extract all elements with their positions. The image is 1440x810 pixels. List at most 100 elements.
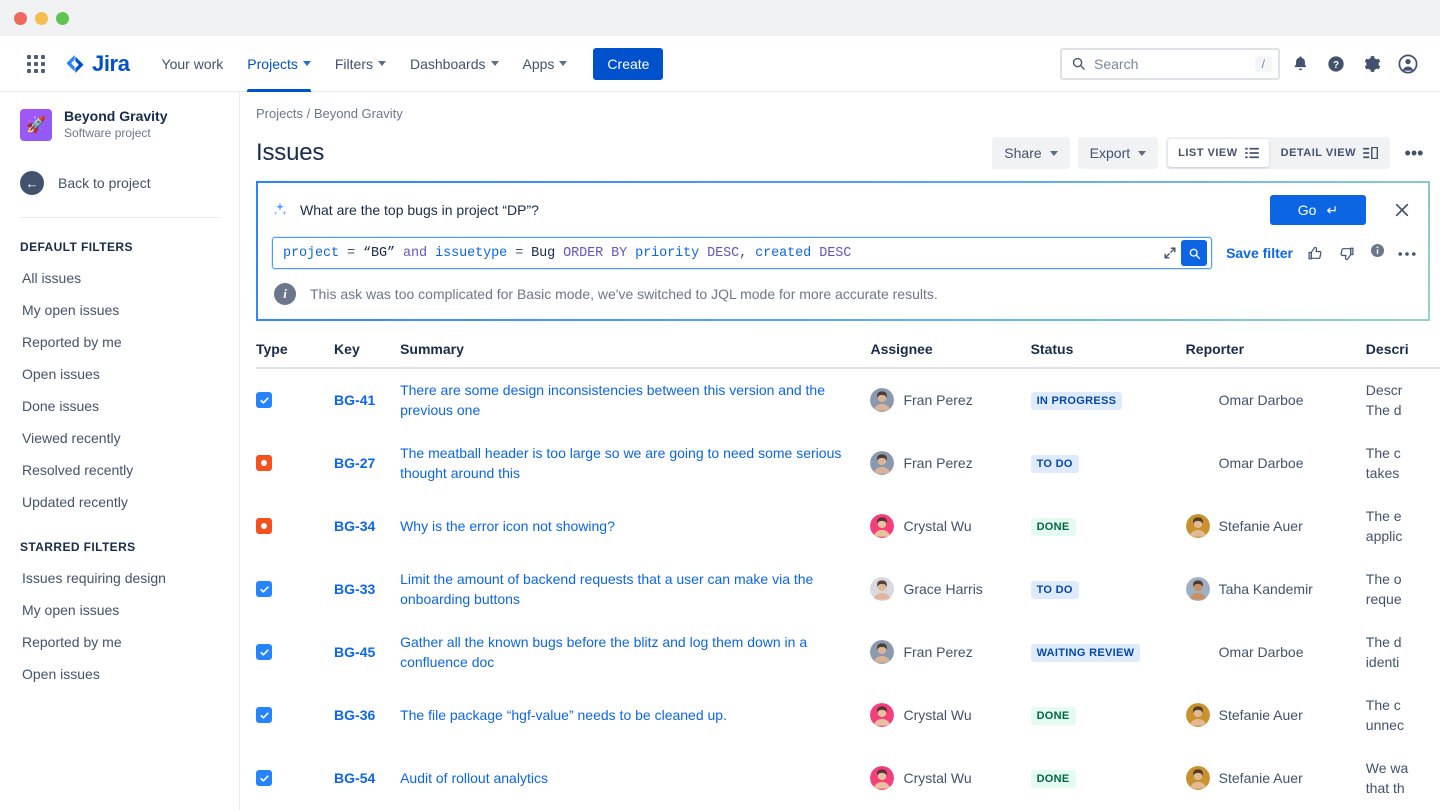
avatar[interactable] (1186, 451, 1210, 475)
sidebar-item-starred-open-issues[interactable]: Open issues (0, 658, 239, 690)
status-badge[interactable]: TO DO (1031, 455, 1079, 473)
table-row[interactable]: BG-27 The meatball header is too large so… (256, 432, 1440, 495)
avatar[interactable] (1186, 388, 1210, 412)
table-row[interactable]: BG-34Why is the error icon not showing?C… (256, 495, 1440, 558)
status-badge[interactable]: DONE (1031, 770, 1076, 788)
sidebar-item-issues-requiring-design[interactable]: Issues requiring design (0, 562, 239, 594)
project-header[interactable]: 🚀 Beyond Gravity Software project (0, 108, 239, 141)
status-badge[interactable]: DONE (1031, 518, 1076, 536)
issue-summary-link[interactable]: Limit the amount of backend requests tha… (400, 569, 862, 609)
column-header-summary[interactable]: Summary (400, 341, 870, 368)
thumbs-up-icon[interactable] (1307, 245, 1324, 262)
column-header-status[interactable]: Status (1031, 341, 1186, 368)
ellipsis-glyph (1398, 251, 1416, 257)
avatar[interactable] (870, 577, 894, 601)
avatar[interactable] (1186, 577, 1210, 601)
avatar[interactable] (1186, 766, 1210, 790)
save-filter-link[interactable]: Save filter (1226, 245, 1293, 261)
issue-summary-link[interactable]: Audit of rollout analytics (400, 768, 862, 788)
jira-home-logo[interactable]: Jira (64, 51, 130, 77)
issue-key-link[interactable]: BG-45 (334, 644, 375, 660)
window-close-button[interactable] (14, 12, 27, 25)
issue-key-link[interactable]: BG-36 (334, 707, 375, 723)
sidebar-item-starred-my-open-issues[interactable]: My open issues (0, 594, 239, 626)
table-row[interactable]: BG-33 Limit the amount of backend request… (256, 558, 1440, 621)
account-avatar-icon[interactable] (1392, 48, 1424, 80)
status-badge[interactable]: DONE (1031, 707, 1076, 725)
info-icon[interactable] (1369, 242, 1386, 264)
issue-summary-link[interactable]: The file package “hgf-value” needs to be… (400, 705, 862, 725)
column-header-reporter[interactable]: Reporter (1186, 341, 1366, 368)
column-header-type[interactable]: Type (256, 341, 334, 368)
issue-key-link[interactable]: BG-27 (334, 455, 375, 471)
table-row[interactable]: BG-36 The file package “hgf-value” needs … (256, 684, 1440, 747)
export-button[interactable]: Export (1078, 137, 1158, 169)
status-badge[interactable]: TO DO (1031, 581, 1079, 599)
avatar[interactable] (870, 640, 894, 664)
thumbs-down-icon[interactable] (1338, 245, 1355, 262)
close-icon[interactable] (1388, 196, 1416, 224)
avatar[interactable] (870, 451, 894, 475)
issue-key-link[interactable]: BG-34 (334, 518, 375, 534)
go-button[interactable]: Go ↵ (1270, 195, 1366, 225)
status-badge[interactable]: IN PROGRESS (1031, 392, 1123, 410)
table-row[interactable]: BG-45 Gather all the known bugs before th… (256, 621, 1440, 684)
table-row[interactable]: BG-54Audit of rollout analyticsCrystal W… (256, 747, 1440, 810)
detail-view-button[interactable]: DETAIL VIEW (1271, 139, 1388, 167)
status-badge[interactable]: WAITING REVIEW (1031, 644, 1141, 662)
sidebar-item-all-issues[interactable]: All issues (0, 262, 239, 294)
avatar[interactable] (870, 388, 894, 412)
expand-icon[interactable] (1159, 246, 1181, 260)
breadcrumb-current-project[interactable]: Beyond Gravity (314, 106, 403, 121)
issue-key-link[interactable]: BG-41 (334, 392, 375, 408)
jql-search-button[interactable] (1181, 240, 1207, 266)
issue-summary-link[interactable]: The meatball header is too large so we a… (400, 443, 862, 483)
avatar[interactable] (870, 514, 894, 538)
more-options-button[interactable]: ••• (1398, 137, 1430, 169)
sidebar-item-my-open-issues[interactable]: My open issues (0, 294, 239, 326)
global-search-input[interactable]: Search / (1060, 48, 1280, 80)
issue-summary-link[interactable]: Gather all the known bugs before the bli… (400, 632, 862, 672)
sidebar-item-viewed-recently[interactable]: Viewed recently (0, 422, 239, 454)
nav-item-apps[interactable]: Apps (513, 48, 578, 80)
notifications-bell-icon[interactable] (1284, 48, 1316, 80)
app-switcher-icon[interactable] (20, 48, 52, 80)
column-header-assignee[interactable]: Assignee (870, 341, 1030, 368)
sidebar-item-reported-by-me[interactable]: Reported by me (0, 326, 239, 358)
avatar[interactable] (1186, 514, 1210, 538)
issue-summary-link[interactable]: There are some design inconsistencies be… (400, 380, 862, 420)
settings-gear-icon[interactable] (1356, 48, 1388, 80)
issue-summary-link[interactable]: Why is the error icon not showing? (400, 516, 862, 536)
avatar[interactable] (870, 766, 894, 790)
list-view-button[interactable]: LIST VIEW (1168, 139, 1269, 167)
nav-item-your-work[interactable]: Your work (152, 48, 234, 80)
share-button[interactable]: Share (992, 137, 1069, 169)
jql-input[interactable]: project = “BG” and issuetype = Bug ORDER… (272, 237, 1212, 269)
column-header-description[interactable]: Descri (1366, 341, 1440, 368)
column-header-key[interactable]: Key (334, 341, 400, 368)
avatar[interactable] (1186, 640, 1210, 664)
help-icon[interactable]: ? (1320, 48, 1352, 80)
more-icon[interactable] (1398, 244, 1416, 262)
jql-token-kw: ORDER BY (555, 246, 635, 261)
sidebar-item-resolved-recently[interactable]: Resolved recently (0, 454, 239, 486)
nav-item-projects[interactable]: Projects (237, 48, 321, 80)
window-minimize-button[interactable] (35, 12, 48, 25)
sidebar-item-updated-recently[interactable]: Updated recently (0, 486, 239, 518)
issue-key-link[interactable]: BG-33 (334, 581, 375, 597)
table-row[interactable]: BG-41 There are some design inconsistenci… (256, 368, 1440, 432)
back-to-project-button[interactable]: ← Back to project (0, 163, 239, 203)
nav-item-dashboards[interactable]: Dashboards (400, 48, 509, 80)
sidebar-item-open-issues[interactable]: Open issues (0, 358, 239, 390)
issues-table-head: Type Key Summary Assignee Status Reporte… (256, 341, 1440, 368)
nav-item-filters[interactable]: Filters (325, 48, 396, 80)
issue-key-link[interactable]: BG-54 (334, 770, 375, 786)
window-maximize-button[interactable] (56, 12, 69, 25)
create-button[interactable]: Create (593, 48, 663, 80)
breadcrumb-projects[interactable]: Projects (256, 106, 303, 121)
avatar[interactable] (1186, 703, 1210, 727)
cell-key: BG-41 (334, 368, 400, 432)
sidebar-item-done-issues[interactable]: Done issues (0, 390, 239, 422)
avatar[interactable] (870, 703, 894, 727)
sidebar-item-starred-reported-by-me[interactable]: Reported by me (0, 626, 239, 658)
